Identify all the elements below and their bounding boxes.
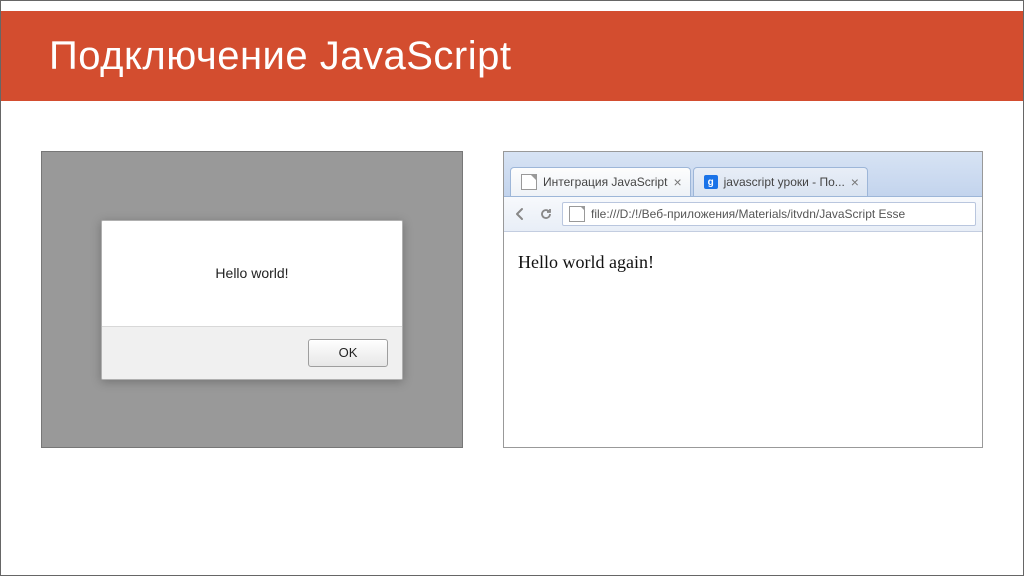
browser-tab-active[interactable]: Интеграция JavaScript × <box>510 167 691 196</box>
document-icon <box>521 174 537 190</box>
browser-tab-inactive[interactable]: g javascript уроки - По... × <box>693 167 868 196</box>
browser-tab-strip: Интеграция JavaScript × g javascript уро… <box>504 152 982 197</box>
close-icon[interactable]: × <box>851 175 859 189</box>
slide-title: Подключение JavaScript <box>49 34 511 79</box>
alert-button-row: OK <box>102 326 402 379</box>
alert-dialog: Hello world! OK <box>101 220 403 380</box>
alert-message: Hello world! <box>102 221 402 326</box>
tab-label: javascript уроки - По... <box>724 175 845 189</box>
google-icon: g <box>704 175 718 189</box>
close-icon[interactable]: × <box>673 175 681 189</box>
slide-content-row: Hello world! OK Интеграция JavaScript × … <box>41 151 1003 448</box>
tab-label: Интеграция JavaScript <box>543 175 667 189</box>
alert-screenshot-panel: Hello world! OK <box>41 151 463 448</box>
slide-header-bar: Подключение JavaScript <box>1 1 1023 101</box>
page-icon <box>569 206 585 222</box>
page-output-text: Hello world again! <box>518 252 654 272</box>
browser-address-row: file:///D:/!/Веб-приложения/Materials/it… <box>504 197 982 232</box>
reload-icon[interactable] <box>536 204 556 224</box>
address-bar[interactable]: file:///D:/!/Веб-приложения/Materials/it… <box>562 202 976 226</box>
browser-screenshot-panel: Интеграция JavaScript × g javascript уро… <box>503 151 983 448</box>
browser-page-body: Hello world again! <box>504 232 982 293</box>
address-text: file:///D:/!/Веб-приложения/Materials/it… <box>591 207 969 221</box>
presentation-slide: Подключение JavaScript Hello world! OK И… <box>0 0 1024 576</box>
back-icon[interactable] <box>510 204 530 224</box>
alert-ok-button[interactable]: OK <box>308 339 388 367</box>
